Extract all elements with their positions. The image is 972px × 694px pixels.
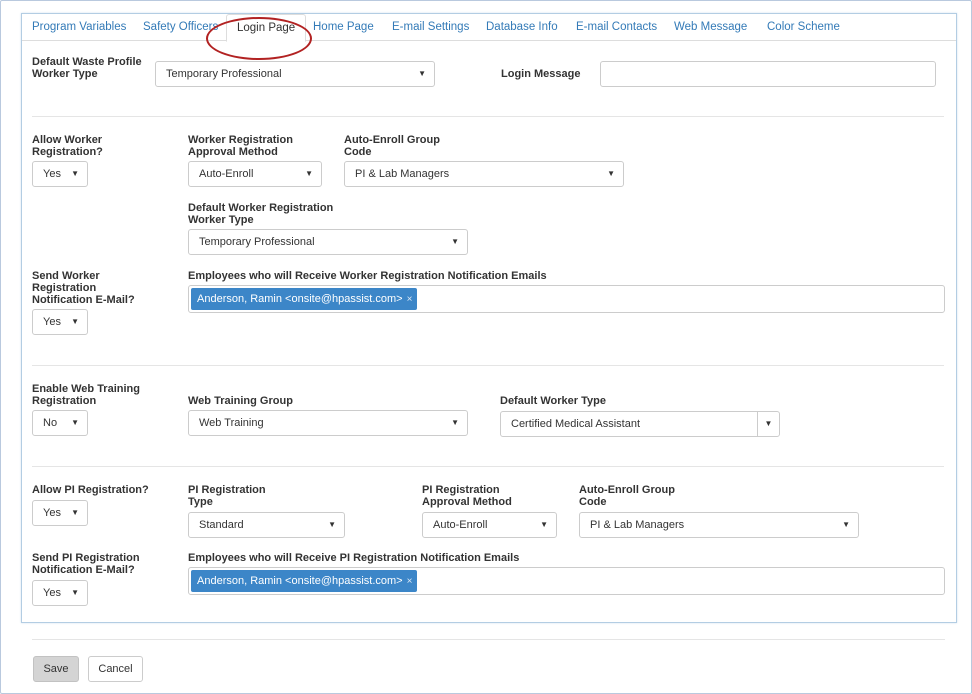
chevron-down-icon: ▼ — [451, 237, 459, 246]
chevron-down-icon: ▼ — [71, 317, 79, 326]
worker-approval-method-label: Worker Registration Approval Method — [188, 134, 293, 158]
pi-auto-enroll-group-value: PI & Lab Managers — [590, 519, 685, 531]
recipient-tag: Anderson, Ramin <onsite@hpassist.com> × — [191, 570, 418, 592]
worker-recipients-label: Employees who will Receive Worker Regist… — [188, 270, 547, 282]
default-worker-reg-type-select[interactable]: Temporary Professional ▼ — [188, 229, 468, 255]
send-worker-notification-value: Yes — [43, 316, 61, 328]
remove-tag-icon[interactable]: × — [407, 576, 413, 587]
worker-approval-method-select[interactable]: Auto-Enroll ▼ — [188, 161, 322, 187]
waste-profile-select[interactable]: Temporary Professional ▼ — [155, 61, 435, 87]
web-training-group-select[interactable]: Web Training ▼ — [188, 410, 468, 436]
save-button[interactable]: Save — [33, 656, 79, 682]
waste-profile-value: Temporary Professional — [166, 68, 282, 80]
section-divider — [32, 466, 944, 467]
pi-auto-enroll-group-select[interactable]: PI & Lab Managers ▼ — [579, 512, 859, 538]
tab-login-page[interactable]: Login Page — [226, 14, 307, 42]
tab-email-settings[interactable]: E-mail Settings — [382, 14, 479, 41]
recipient-tag-label: Anderson, Ramin <onsite@hpassist.com> — [197, 575, 403, 587]
chevron-down-icon: ▼ — [540, 520, 548, 529]
chevron-down-icon: ▼ — [71, 169, 79, 178]
worker-approval-method-value: Auto-Enroll — [199, 168, 254, 180]
worker-recipients-input[interactable]: Anderson, Ramin <onsite@hpassist.com> × — [188, 285, 945, 313]
worker-auto-enroll-group-label: Auto-Enroll Group Code — [344, 134, 440, 158]
section-divider — [32, 116, 944, 117]
pi-approval-method-value: Auto-Enroll — [433, 519, 488, 531]
enable-web-training-label: Enable Web Training Registration — [32, 383, 140, 407]
chevron-down-icon: ▼ — [305, 169, 313, 178]
section-divider — [32, 365, 944, 366]
allow-worker-registration-value: Yes — [43, 168, 61, 180]
allow-pi-registration-select[interactable]: Yes ▼ — [32, 500, 88, 526]
web-training-group-label: Web Training Group — [188, 395, 293, 407]
default-worker-reg-type-label: Default Worker Registration Worker Type — [188, 202, 334, 226]
default-worker-type-select[interactable]: Certified Medical Assistant ▼ — [500, 411, 780, 437]
tab-color-scheme[interactable]: Color Scheme — [757, 14, 850, 41]
chevron-down-icon: ▼ — [418, 69, 426, 78]
waste-profile-label: Default Waste Profile Worker Type — [32, 56, 142, 80]
cancel-button[interactable]: Cancel — [88, 656, 143, 682]
worker-auto-enroll-group-value: PI & Lab Managers — [355, 168, 450, 180]
pi-recipients-input[interactable]: Anderson, Ramin <onsite@hpassist.com> × — [188, 567, 945, 595]
allow-worker-registration-label: Allow Worker Registration? — [32, 134, 103, 158]
web-training-group-value: Web Training — [199, 417, 264, 429]
send-worker-notification-select[interactable]: Yes ▼ — [32, 309, 88, 335]
tab-safety-officers[interactable]: Safety Officers — [133, 14, 228, 41]
login-message-label: Login Message — [501, 68, 581, 80]
pi-registration-type-select[interactable]: Standard ▼ — [188, 512, 345, 538]
allow-worker-registration-select[interactable]: Yes ▼ — [32, 161, 88, 187]
chevron-down-icon: ▼ — [71, 588, 79, 597]
chevron-down-icon: ▼ — [451, 418, 459, 427]
tab-bar: Program Variables Safety Officers Login … — [22, 14, 956, 42]
pi-recipients-label: Employees who will Receive PI Registrati… — [188, 552, 520, 564]
tab-web-message[interactable]: Web Message — [664, 14, 757, 41]
pi-registration-type-label: PI Registration Type — [188, 484, 266, 508]
chevron-down-icon: ▼ — [607, 169, 615, 178]
chevron-down-icon[interactable]: ▼ — [757, 412, 779, 436]
default-worker-reg-type-value: Temporary Professional — [199, 236, 315, 248]
tab-home-page[interactable]: Home Page — [303, 14, 384, 41]
footer-divider — [32, 639, 945, 640]
send-pi-notification-select[interactable]: Yes ▼ — [32, 580, 88, 606]
tab-email-contacts[interactable]: E-mail Contacts — [566, 14, 667, 41]
worker-auto-enroll-group-select[interactable]: PI & Lab Managers ▼ — [344, 161, 624, 187]
send-pi-notification-label: Send PI Registration Notification E-Mail… — [32, 552, 140, 576]
recipient-tag-label: Anderson, Ramin <onsite@hpassist.com> — [197, 293, 403, 305]
chevron-down-icon: ▼ — [71, 418, 79, 427]
enable-web-training-select[interactable]: No ▼ — [32, 410, 88, 436]
chevron-down-icon: ▼ — [328, 520, 336, 529]
pi-auto-enroll-group-label: Auto-Enroll Group Code — [579, 484, 675, 508]
pi-approval-method-select[interactable]: Auto-Enroll ▼ — [422, 512, 557, 538]
remove-tag-icon[interactable]: × — [407, 294, 413, 305]
pi-approval-method-label: PI Registration Approval Method — [422, 484, 512, 508]
pi-registration-type-value: Standard — [199, 519, 244, 531]
enable-web-training-value: No — [43, 417, 58, 429]
send-pi-notification-value: Yes — [43, 587, 61, 599]
tab-program-variables[interactable]: Program Variables — [22, 14, 136, 41]
tab-database-info[interactable]: Database Info — [476, 14, 568, 41]
chevron-down-icon: ▼ — [842, 520, 850, 529]
allow-pi-registration-value: Yes — [43, 507, 61, 519]
allow-pi-registration-label: Allow PI Registration? — [32, 484, 149, 496]
settings-panel: Program Variables Safety Officers Login … — [21, 13, 957, 623]
chevron-down-icon: ▼ — [71, 508, 79, 517]
default-worker-type-value: Certified Medical Assistant — [511, 418, 640, 430]
default-worker-type-label: Default Worker Type — [500, 395, 606, 407]
recipient-tag: Anderson, Ramin <onsite@hpassist.com> × — [191, 288, 418, 310]
login-message-input[interactable] — [600, 61, 936, 87]
send-worker-notification-label: Send Worker Registration Notification E-… — [32, 270, 135, 306]
